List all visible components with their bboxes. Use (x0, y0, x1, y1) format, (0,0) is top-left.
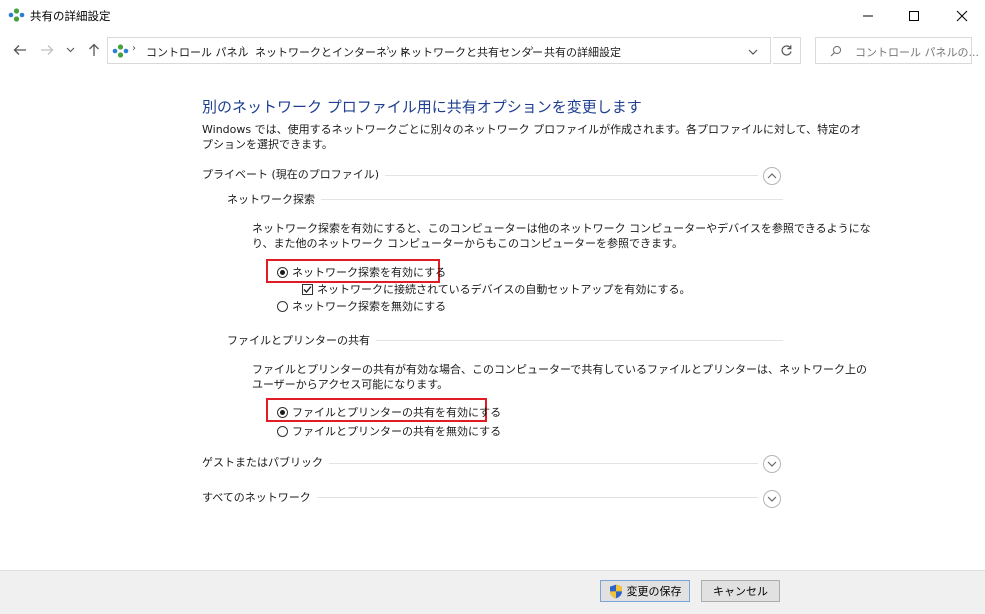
checkbox-checked[interactable] (302, 283, 313, 295)
search-icon (830, 45, 842, 57)
refresh-button[interactable] (773, 37, 801, 64)
breadcrumb-separator-icon: › (530, 43, 534, 54)
up-button[interactable] (84, 40, 104, 60)
breadcrumb-control-panel[interactable]: コントロール パネル (146, 44, 249, 60)
expand-all-networks-button[interactable] (763, 490, 781, 508)
footer-bar (0, 570, 985, 614)
address-dropdown-button[interactable] (748, 46, 758, 59)
network-sharing-icon (112, 44, 129, 58)
discovery-on-label: ネットワーク探索を有効にする (292, 266, 447, 279)
arrow-left-icon (13, 45, 26, 55)
back-button[interactable] (10, 40, 30, 60)
radio-selected[interactable] (277, 406, 288, 418)
network-discovery-title: ネットワーク探索 (227, 191, 321, 207)
close-icon (956, 10, 968, 21)
search-input[interactable]: コントロール パネルの... (815, 37, 979, 64)
recent-locations-button[interactable] (63, 40, 77, 60)
breadcrumb-separator-icon: › (386, 43, 390, 54)
sharing-off-radio[interactable]: ファイルとプリンターの共有を無効にする (277, 423, 501, 439)
chevron-down-icon (748, 49, 758, 55)
network-discovery-desc-line2: り、また他のネットワーク コンピューターからもこのコンピューターを参照できます。 (252, 237, 683, 250)
address-bar[interactable]: › コントロール パネル › ネットワークとインターネット › ネットワークと共… (107, 37, 771, 64)
network-discovery-desc-line1: ネットワーク探索を有効にすると、このコンピューターは他のネットワーク コンピュー… (252, 222, 871, 235)
sharing-on-label: ファイルとプリンターの共有を有効にする (292, 406, 502, 419)
sharing-desc-line2: ユーザーからアクセス可能になります。 (252, 378, 449, 391)
forward-button[interactable] (37, 40, 57, 60)
discovery-off-label: ネットワーク探索を無効にする (292, 300, 447, 313)
maximize-button[interactable] (891, 0, 937, 31)
intro-text-line1: Windows では、使用するネットワークごとに別々のネットワーク プロファイル… (202, 123, 862, 136)
network-sharing-icon (8, 8, 25, 22)
breadcrumb-separator-icon: › (132, 43, 136, 54)
checkmark-icon (303, 285, 312, 293)
discovery-on-radio[interactable]: ネットワーク探索を有効にする (277, 264, 446, 280)
sharing-desc-line1: ファイルとプリンターの共有が有効な場合、このコンピューターで共有しているファイル… (252, 363, 868, 376)
radio-selected[interactable] (277, 266, 288, 278)
file-printer-sharing-title: ファイルとプリンターの共有 (227, 332, 376, 348)
chevron-down-icon (66, 47, 74, 53)
breadcrumb-advanced-sharing[interactable]: 共有の詳細設定 (544, 44, 621, 60)
collapse-private-button[interactable] (763, 167, 781, 185)
sharing-off-label: ファイルとプリンターの共有を無効にする (292, 425, 502, 438)
breadcrumb-separator-icon: › (241, 43, 245, 54)
title-bar: 共有の詳細設定 (0, 0, 985, 31)
minimize-icon (863, 15, 873, 16)
window-title: 共有の詳細設定 (30, 9, 111, 23)
page-title: 別のネットワーク プロファイル用に共有オプションを変更します (202, 98, 642, 116)
intro-text-line2: プションを選択できます。 (202, 138, 333, 151)
section-private-title[interactable]: プライベート (現在のプロファイル) (202, 166, 386, 182)
auto-setup-checkbox[interactable]: ネットワークに接続されているデバイスの自動セットアップを有効にする。 (302, 281, 690, 297)
save-changes-button[interactable]: 変更の保存 (600, 580, 690, 602)
sharing-on-radio[interactable]: ファイルとプリンターの共有を有効にする (277, 404, 501, 420)
arrow-right-icon (41, 45, 54, 55)
search-placeholder: コントロール パネルの... (855, 46, 979, 59)
shield-icon (609, 584, 622, 598)
chevron-down-icon (767, 461, 777, 467)
section-all-networks-title[interactable]: すべてのネットワーク (202, 489, 317, 505)
section-guest-title[interactable]: ゲストまたはパブリック (202, 454, 329, 470)
expand-guest-button[interactable] (763, 455, 781, 473)
discovery-off-radio[interactable]: ネットワーク探索を無効にする (277, 298, 446, 314)
auto-setup-label: ネットワークに接続されているデバイスの自動セットアップを有効にする。 (317, 283, 691, 296)
save-changes-label: 変更の保存 (626, 585, 682, 598)
cancel-label: キャンセル (713, 585, 768, 598)
radio-unselected[interactable] (277, 300, 288, 312)
maximize-icon (909, 10, 919, 21)
close-button[interactable] (939, 0, 985, 31)
arrow-up-icon (89, 43, 99, 56)
minimize-button[interactable] (845, 0, 891, 31)
cancel-button[interactable]: キャンセル (701, 580, 780, 602)
breadcrumb-network-sharing-center[interactable]: ネットワークと共有センター (400, 44, 543, 60)
refresh-icon (781, 45, 792, 56)
radio-unselected[interactable] (277, 425, 288, 437)
chevron-down-icon (767, 496, 777, 502)
chevron-up-icon (767, 173, 777, 179)
